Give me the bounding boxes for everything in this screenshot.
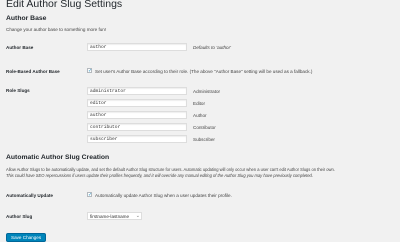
- author-base-input[interactable]: author: [87, 43, 187, 51]
- author-base-hint: Defaults to 'author': [193, 45, 232, 50]
- role-label-subscriber: Subscriber: [193, 137, 215, 142]
- role-slug-input-author[interactable]: author: [87, 111, 187, 119]
- auto-slug-description: Allow Author Slugs to be automatically u…: [6, 167, 335, 172]
- page-title: Edit Author Slug Settings: [6, 0, 123, 10]
- auto-update-text: Automatically update Author Slug when a …: [95, 193, 232, 198]
- author-slug-select[interactable]: firstname-lastname ⌄: [87, 212, 142, 220]
- role-label-author: Author: [193, 113, 207, 118]
- role-slugs-label: Role Slugs: [6, 88, 30, 93]
- role-label-administrator: Administrator: [193, 89, 221, 94]
- save-changes-button[interactable]: Save Changes: [6, 233, 47, 242]
- checkmark-icon: ✓: [88, 68, 93, 74]
- auto-slug-heading: Automatic Author Slug Creation: [6, 154, 110, 161]
- author-slug-selected: firstname-lastname: [90, 214, 130, 219]
- chevron-down-icon: ⌄: [135, 213, 140, 219]
- role-label-contributor: Contributor: [193, 125, 216, 130]
- auto-update-label: Automatically Update: [6, 193, 53, 198]
- role-slug-input-editor[interactable]: editor: [87, 99, 187, 107]
- auto-slug-warning: This could have SEO repercussions if use…: [6, 173, 313, 178]
- author-base-label: Author Base: [6, 45, 34, 50]
- role-based-label: Role-Based Author Base: [6, 69, 60, 74]
- author-base-heading: Author Base: [6, 15, 47, 22]
- author-base-description: Change your author base to something mor…: [6, 27, 107, 32]
- role-based-checkbox[interactable]: ✓: [87, 68, 93, 74]
- checkmark-icon: ✓: [88, 192, 93, 198]
- role-slug-input-contributor[interactable]: contributor: [87, 123, 187, 131]
- role-label-editor: Editor: [193, 101, 206, 106]
- author-slug-label: Author Slug: [6, 214, 33, 219]
- role-based-text: Set user's Author Base according to thei…: [95, 69, 313, 74]
- role-slug-input-administrator[interactable]: administrator: [87, 87, 187, 95]
- role-slug-input-subscriber[interactable]: subscriber: [87, 135, 187, 143]
- auto-update-checkbox[interactable]: ✓: [87, 192, 93, 198]
